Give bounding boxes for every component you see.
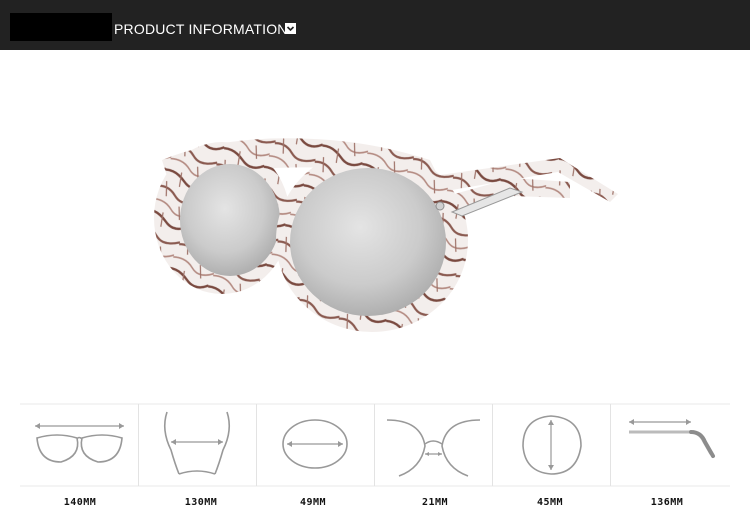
lens-height-icon (499, 406, 604, 484)
header-bar: PRODUCT INFORMATION (0, 0, 750, 50)
lens-width-icon (263, 406, 368, 484)
section-title: PRODUCT INFORMATION (114, 21, 288, 37)
product-image (140, 120, 630, 350)
spec-value-lens-height: 45MM (536, 497, 564, 508)
frame-width-icon (27, 406, 132, 484)
temple-length-icon (617, 406, 722, 484)
frame-height-icon (145, 406, 250, 484)
spec-value-frame-width: 140MM (63, 497, 97, 508)
spec-divider (492, 404, 493, 486)
spec-value-bridge-width: 21MM (421, 497, 449, 508)
spec-value-frame-height: 130MM (184, 497, 218, 508)
redacted-logo (10, 13, 112, 41)
spec-divider (256, 404, 257, 486)
spec-value-lens-width: 49MM (299, 497, 327, 508)
spec-divider (374, 404, 375, 486)
spec-divider (610, 404, 611, 486)
spec-divider (138, 404, 139, 486)
chevron-down-icon[interactable] (285, 23, 296, 34)
bridge-width-icon (381, 406, 486, 484)
spec-panel (20, 376, 730, 494)
spec-value-temple-length: 136MM (650, 497, 684, 508)
